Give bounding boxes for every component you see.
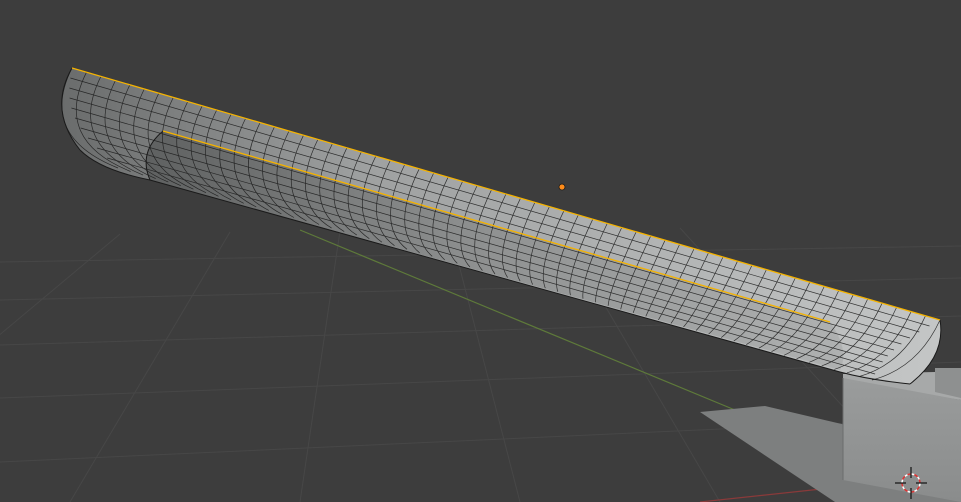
3d-viewport[interactable] [0, 0, 961, 502]
trough-inner-surface [146, 131, 844, 370]
curved-trough-mesh[interactable] [61, 67, 942, 385]
mesh-edge-ring [69, 97, 910, 339]
object-origin-icon[interactable] [558, 183, 566, 191]
mesh-edge-ring [74, 117, 895, 351]
mesh-edge-ring [80, 127, 888, 357]
mesh-edge-ring [87, 137, 883, 363]
mesh-edge-ring [71, 107, 902, 345]
viewport-canvas[interactable] [0, 0, 961, 502]
selection-outline-inner [162, 130, 831, 323]
